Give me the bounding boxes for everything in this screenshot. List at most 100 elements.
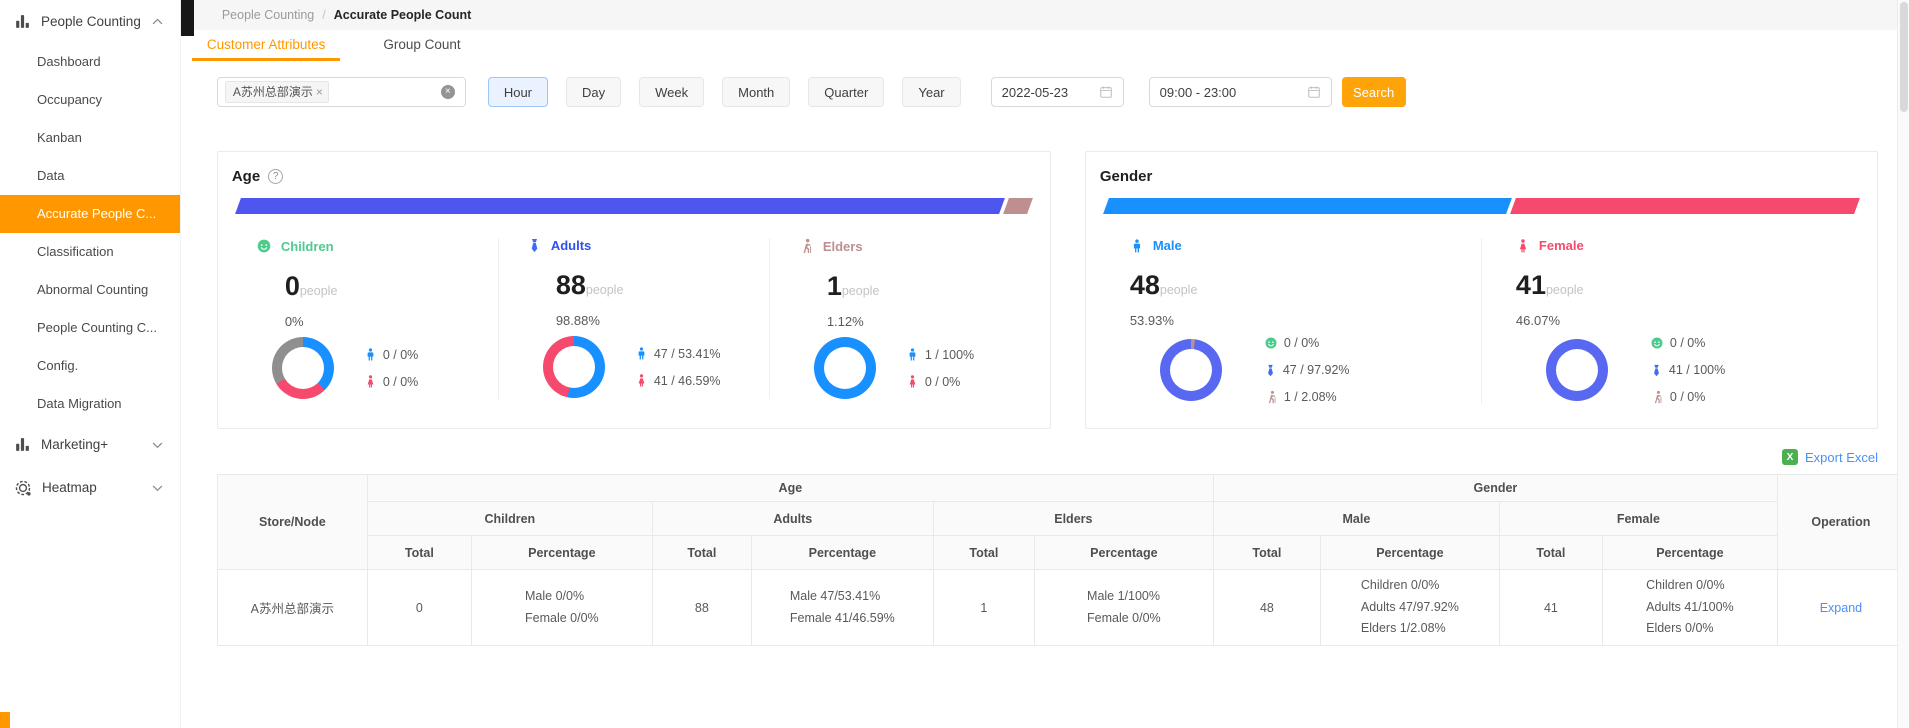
elders-legend: 1 / 100% 0 / 0% [906, 348, 974, 389]
elders-icon [1264, 390, 1278, 404]
adults-tie-icon [527, 238, 542, 253]
elders-header: Elders [788, 238, 1040, 254]
breadcrumb-parent[interactable]: People Counting [222, 8, 314, 22]
time-range-value: 09:00 - 23:00 [1160, 85, 1237, 100]
cell-adults-total: 88 [652, 570, 751, 646]
col-gender: Gender [1213, 475, 1777, 502]
cell-elders-pct: Male 1/100% Female 0/0% [1034, 570, 1213, 646]
col-children: Children [367, 502, 652, 536]
help-icon[interactable] [268, 169, 283, 184]
sidebar-item-classification[interactable]: Classification [0, 233, 180, 271]
sidebar-group-people-counting[interactable]: People Counting [0, 0, 180, 43]
legend-value: 0 / 0% [1670, 336, 1705, 350]
adults-tie-icon [1264, 364, 1277, 377]
bar-segment-elders [1003, 198, 1033, 214]
bar-segment-male [1103, 198, 1512, 214]
female-icon [364, 375, 377, 388]
adults-legend: 47 / 53.41% 41 / 46.59% [635, 347, 721, 388]
sidebar-item-data[interactable]: Data [0, 157, 180, 195]
sidebar-item-accurate-people-count[interactable]: Accurate People C... [0, 195, 180, 233]
sidebar-item-config[interactable]: Config. [0, 347, 180, 385]
granularity-week-button[interactable]: Week [639, 77, 704, 107]
col-percentage: Percentage [1602, 536, 1777, 570]
date-value: 2022-05-23 [1002, 85, 1069, 100]
male-legend: 0 / 0% 47 / 97.92% 1 / 2.08% [1264, 336, 1350, 404]
children-count: 0people [285, 271, 498, 302]
legend-value: 0 / 0% [1670, 390, 1705, 404]
date-picker[interactable]: 2022-05-23 [991, 77, 1124, 107]
tab-group-count[interactable]: Group Count [368, 30, 475, 61]
col-adults: Adults [652, 502, 933, 536]
time-range-picker[interactable]: 09:00 - 23:00 [1149, 77, 1332, 107]
menu-collapse-handle[interactable] [181, 0, 194, 36]
tag-close-icon[interactable] [316, 85, 323, 99]
sidebar-item-occupancy[interactable]: Occupancy [0, 81, 180, 119]
granularity-hour-button[interactable]: Hour [488, 77, 548, 107]
search-button[interactable]: Search [1342, 77, 1406, 107]
elders-icon [1650, 390, 1664, 404]
granularity-month-button[interactable]: Month [722, 77, 790, 107]
cell-male-pct: Children 0/0% Adults 47/97.92% Elders 1/… [1320, 570, 1499, 646]
tab-customer-attributes[interactable]: Customer Attributes [192, 30, 341, 61]
clear-input-icon[interactable] [441, 85, 455, 99]
children-label: Children [281, 239, 334, 254]
calendar-icon [1307, 85, 1321, 99]
female-icon [906, 375, 919, 388]
age-group-elders: Elders 1people 1.12% 1 / 100% 0 / 0% [769, 238, 1040, 399]
elders-count: 1people [827, 271, 1040, 302]
female-icon [635, 374, 648, 387]
male-donut-row: 0 / 0% 47 / 97.92% 1 / 2.08% [1160, 336, 1481, 404]
bar-chart-icon [14, 13, 31, 30]
adults-count: 88people [556, 270, 769, 301]
people-counting-app: People Counting Dashboard Occupancy Kanb… [0, 0, 1909, 728]
adults-donut-row: 47 / 53.41% 41 / 46.59% [543, 336, 769, 398]
sidebar-partial-item [0, 712, 10, 728]
sidebar-item-people-counting-c[interactable]: People Counting C... [0, 309, 180, 347]
female-icon [1516, 239, 1530, 253]
legend-value: 0 / 0% [1284, 336, 1319, 350]
col-percentage: Percentage [1034, 536, 1213, 570]
table-row: A苏州总部演示 0 Male 0/0% Female 0/0% 88 Male … [217, 570, 1904, 646]
sidebar-item-data-migration[interactable]: Data Migration [0, 385, 180, 423]
sidebar-item-dashboard[interactable]: Dashboard [0, 43, 180, 81]
scrollbar-thumb[interactable] [1900, 2, 1908, 112]
sidebar-item-kanban[interactable]: Kanban [0, 119, 180, 157]
sidebar-item-abnormal-counting[interactable]: Abnormal Counting [0, 271, 180, 309]
gender-title-text: Gender [1100, 168, 1153, 185]
elders-donut-chart [814, 337, 876, 399]
age-card-title: Age [232, 168, 1040, 185]
bar-segment-female [1510, 198, 1860, 214]
gender-groups: Male 48people 53.93% 0 / 0% 47 / 97.92% … [1096, 238, 1867, 404]
store-tag-label: A苏州总部演示 [233, 83, 313, 100]
gender-card-title: Gender [1100, 168, 1867, 185]
export-excel-link[interactable]: Export Excel [1805, 450, 1878, 465]
col-total: Total [933, 536, 1034, 570]
cell-male-total: 48 [1213, 570, 1320, 646]
sidebar-group-label: People Counting [41, 14, 141, 29]
legend-value: 0 / 0% [925, 375, 960, 389]
sidebar-group-marketing[interactable]: Marketing+ [0, 423, 180, 466]
elders-donut-row: 1 / 100% 0 / 0% [814, 337, 1040, 399]
female-donut-chart [1546, 339, 1608, 401]
sidebar-group-heatmap[interactable]: Heatmap [0, 466, 180, 509]
children-legend: 0 / 0% 0 / 0% [364, 348, 418, 389]
age-title-text: Age [232, 168, 260, 185]
col-total: Total [1213, 536, 1320, 570]
gender-card: Gender Male 48people 53.93% [1085, 151, 1878, 429]
stats-table: Store/Node Age Gender Operation Children… [217, 474, 1905, 646]
store-select-input[interactable]: A苏州总部演示 [217, 77, 466, 107]
age-group-children: Children 0people 0% 0 / 0% 0 / 0% [228, 238, 498, 399]
female-header: Female [1506, 238, 1867, 253]
granularity-year-button[interactable]: Year [902, 77, 960, 107]
gender-distribution-bar [1106, 198, 1857, 214]
col-male: Male [1213, 502, 1499, 536]
adults-tie-icon [1650, 364, 1663, 377]
granularity-day-button[interactable]: Day [566, 77, 621, 107]
adults-donut-chart [543, 336, 605, 398]
legend-value: 1 / 100% [925, 348, 974, 362]
bar-chart-icon [14, 436, 31, 453]
breadcrumb-separator: / [322, 8, 325, 22]
expand-link[interactable]: Expand [1820, 601, 1862, 615]
male-percent: 53.93% [1130, 313, 1481, 328]
granularity-quarter-button[interactable]: Quarter [808, 77, 884, 107]
